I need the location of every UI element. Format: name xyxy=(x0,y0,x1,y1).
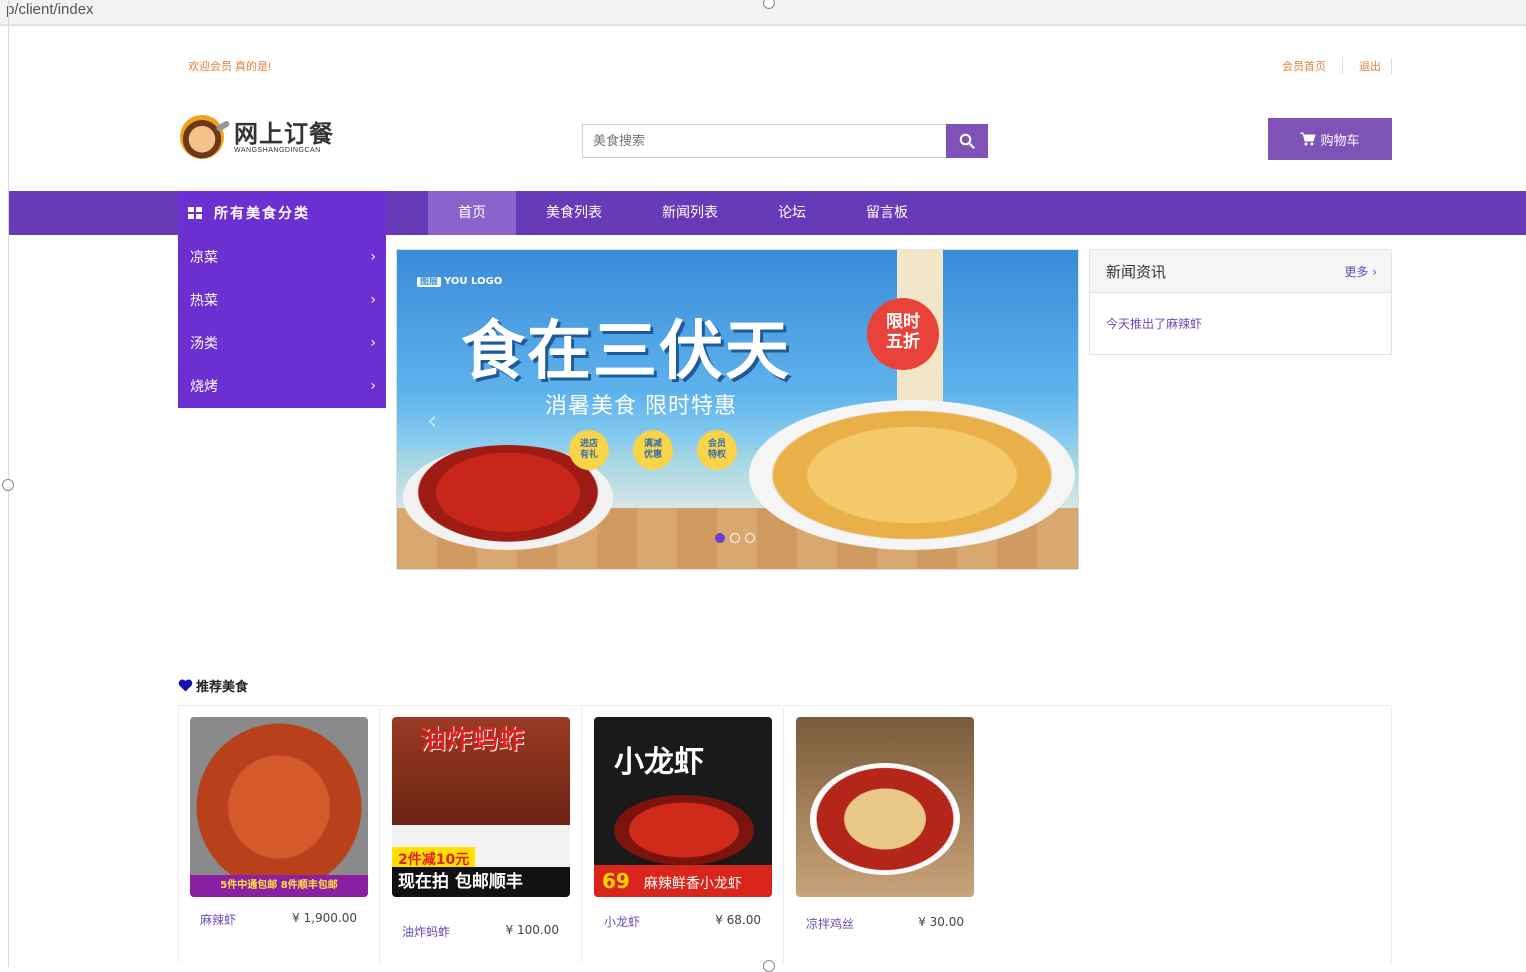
category-item-soups[interactable]: 汤类 › xyxy=(178,321,386,364)
food-price: ¥ 68.00 xyxy=(715,913,761,927)
food-image[interactable] xyxy=(796,717,974,897)
category-label: 烧烤 xyxy=(190,378,218,395)
nav-home[interactable]: 首页 xyxy=(428,191,516,235)
food-card-fried-grasshopper[interactable]: 油炸蚂蚱 2件减10元 现在拍 包邮顺丰 油炸蚂蚱 ¥ 100.00 xyxy=(380,707,582,963)
food-image[interactable]: 小龙虾 69 麻辣鲜香小龙虾 xyxy=(594,717,772,897)
food-price: ¥ 30.00 xyxy=(918,915,964,929)
food-price: ¥ 1,900.00 xyxy=(292,911,357,925)
news-header: 新闻资讯 更多 › xyxy=(1090,250,1391,293)
heart-icon xyxy=(178,679,193,692)
nav-news-list[interactable]: 新闻列表 xyxy=(632,191,748,235)
badge-member: 会员 特权 xyxy=(697,430,737,470)
search-button[interactable] xyxy=(946,124,988,158)
logo-title: 网上订餐 xyxy=(234,118,334,148)
badge-discount: 满减 优惠 xyxy=(633,430,673,470)
member-home-link[interactable]: 会员首页 xyxy=(1266,58,1343,74)
category-menu: 凉菜 › 热菜 › 汤类 › 烧烤 › xyxy=(178,235,386,408)
nav-message-board[interactable]: 留言板 xyxy=(836,191,938,235)
all-categories-label: 所有美食分类 xyxy=(214,206,310,222)
banner-logo-tag: 图层 YOU LOGO xyxy=(417,274,502,287)
nav-food-list[interactable]: 美食列表 xyxy=(516,191,632,235)
chicken-feet-plate-image xyxy=(749,400,1075,550)
news-panel: 新闻资讯 更多 › 今天推出了麻辣虾 xyxy=(1089,249,1392,355)
url-text: p/client/index xyxy=(6,1,94,18)
site-logo[interactable]: 网上订餐 WANGSHANGDINGCAN xyxy=(180,114,350,160)
carousel-prev-icon[interactable]: ‹ xyxy=(427,406,437,436)
all-categories-header[interactable]: 所有美食分类 xyxy=(178,191,386,235)
carousel-dots xyxy=(715,533,755,543)
food-name[interactable]: 凉拌鸡丝 xyxy=(806,915,854,932)
recommend-title-text: 推荐美食 xyxy=(196,680,249,695)
category-label: 凉菜 xyxy=(190,249,218,266)
discount-bubble: 限时 五折 xyxy=(867,298,939,370)
food-name[interactable]: 小龙虾 xyxy=(604,913,640,930)
category-label: 汤类 xyxy=(190,335,218,352)
category-item-hot-dishes[interactable]: 热菜 › xyxy=(178,278,386,321)
carousel-dot-1[interactable] xyxy=(715,533,725,543)
search-input[interactable] xyxy=(582,124,946,158)
shopping-cart-icon xyxy=(1300,132,1317,146)
nav-links: 首页 美食列表 新闻列表 论坛 留言板 xyxy=(428,191,938,235)
banner-subtitle: 消暑美食 限时特惠 xyxy=(545,394,737,419)
banner-badges: 进店 有礼 满减 优惠 会员 特权 xyxy=(569,430,737,470)
food-card-crayfish[interactable]: 小龙虾 69 麻辣鲜香小龙虾 小龙虾 ¥ 68.00 xyxy=(582,707,784,963)
chevron-right-icon: › xyxy=(370,248,376,265)
search-icon xyxy=(959,133,975,149)
banner-headline: 食在三伏天 xyxy=(461,315,791,389)
logo-subtitle: WANGSHANGDINGCAN xyxy=(234,146,321,154)
news-more-link[interactable]: 更多 › xyxy=(1344,263,1377,280)
chef-mascot-icon xyxy=(180,115,224,159)
cart-button[interactable]: 购物车 xyxy=(1268,118,1392,160)
top-links: 会员首页 退出 xyxy=(1266,58,1392,74)
carousel-dot-2[interactable] xyxy=(730,533,740,543)
food-name[interactable]: 麻辣虾 xyxy=(200,911,236,928)
chevron-right-icon: › xyxy=(370,291,376,308)
cart-label: 购物车 xyxy=(1320,133,1360,149)
recommend-title: 推荐美食 xyxy=(178,676,248,695)
food-price: ¥ 100.00 xyxy=(505,923,559,937)
food-name[interactable]: 油炸蚂蚱 xyxy=(402,923,450,940)
food-image[interactable]: 油炸蚂蚱 2件减10元 现在拍 包邮顺丰 xyxy=(392,717,570,897)
food-card-spicy-shrimp[interactable]: 5件中通包邮 8件顺丰包邮 麻辣虾 ¥ 1,900.00 xyxy=(178,707,380,963)
banner-logo-text: YOU LOGO xyxy=(444,276,503,287)
news-title: 新闻资讯 xyxy=(1106,262,1167,281)
search-bar xyxy=(582,124,988,158)
promo-carousel[interactable]: 图层 YOU LOGO 食在三伏天 消暑美食 限时特惠 限时 五折 进店 有礼 满减优… xyxy=(396,249,1079,570)
news-item[interactable]: 今天推出了麻辣虾 xyxy=(1090,293,1391,332)
category-item-bbq[interactable]: 烧烤 › xyxy=(178,364,386,407)
resize-handle-left[interactable] xyxy=(2,479,14,491)
logout-link[interactable]: 退出 xyxy=(1343,58,1392,74)
chevron-right-icon: › xyxy=(370,334,376,351)
badge-store-gift: 进店 有礼 xyxy=(569,430,609,470)
category-item-cold-dishes[interactable]: 凉菜 › xyxy=(178,235,386,278)
food-card-shredded-chicken[interactable]: 凉拌鸡丝 ¥ 30.00 xyxy=(784,707,986,963)
nav-forum[interactable]: 论坛 xyxy=(748,191,836,235)
grid-icon xyxy=(188,207,202,219)
welcome-text: 欢迎会员 真的是! xyxy=(188,61,272,73)
banner-logo-box: 图层 xyxy=(417,277,442,287)
food-image[interactable]: 5件中通包邮 8件顺丰包邮 xyxy=(190,717,368,897)
category-label: 热菜 xyxy=(190,292,218,309)
carousel-dot-3[interactable] xyxy=(745,533,755,543)
chevron-right-icon: › xyxy=(370,377,376,394)
